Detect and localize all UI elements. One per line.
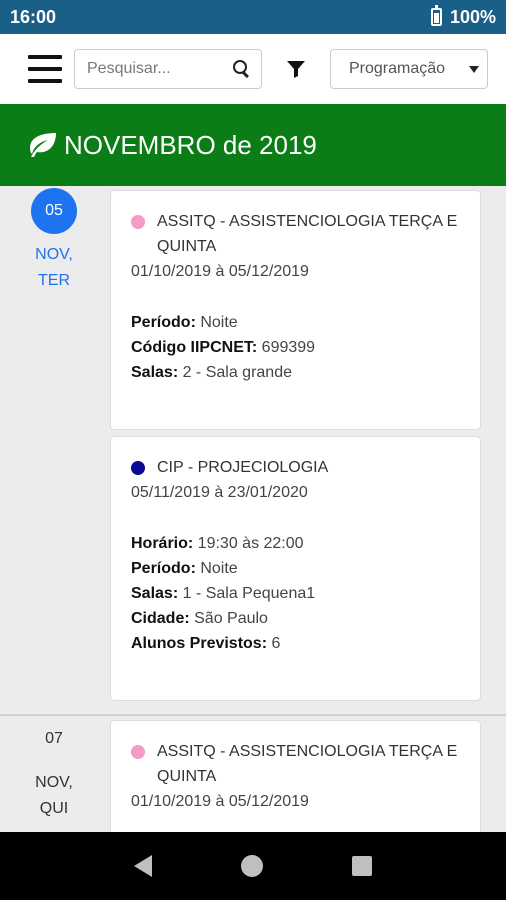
- day-weekday-05: NOV, TER: [0, 242, 108, 294]
- leaf-icon: [30, 133, 56, 157]
- event-title: CIP - PROJECIOLOGIA: [131, 455, 466, 480]
- field-label: Código IIPCNET:: [131, 339, 258, 356]
- field-label: Salas:: [131, 585, 179, 602]
- field-label: Período:: [131, 560, 196, 577]
- event-title-line: QUINTA: [157, 238, 217, 255]
- search-input[interactable]: [87, 60, 227, 78]
- event-card[interactable]: ASSITQ - ASSISTENCIOLOGIA TERÇA E QUINTA…: [110, 190, 481, 430]
- day-month: NOV,: [35, 774, 73, 791]
- event-title: ASSITQ - ASSISTENCIOLOGIA TERÇA E QUINTA: [131, 739, 466, 789]
- event-date-range: 05/11/2019 à 23/01/2020: [131, 484, 308, 501]
- search-icon[interactable]: [233, 60, 251, 78]
- day-weekday-07: NOV, QUI: [0, 770, 108, 822]
- field-label: Alunos Previstos:: [131, 635, 268, 652]
- event-color-dot: [131, 215, 145, 229]
- event-field-periodo: Período: Noite: [131, 310, 466, 335]
- event-field-salas: Salas: 2 - Sala grande: [131, 360, 466, 385]
- event-date-range: 01/10/2019 à 05/12/2019: [131, 263, 309, 280]
- day-number-07: 07: [45, 730, 63, 747]
- event-list[interactable]: 05 NOV, TER ASSITQ - ASSISTENCIOLOGIA TE…: [0, 186, 506, 832]
- day-column-07[interactable]: 07 NOV, QUI: [0, 716, 108, 822]
- event-color-dot: [131, 745, 145, 759]
- filter-icon[interactable]: [286, 59, 306, 79]
- event-field-horario: Horário: 19:30 às 22:00: [131, 531, 466, 556]
- event-field-salas: Salas: 1 - Sala Pequena1: [131, 581, 466, 606]
- field-value: Noite: [195, 314, 238, 331]
- field-label: Horário:: [131, 535, 194, 552]
- chevron-down-icon: [469, 65, 479, 73]
- view-select[interactable]: Programação: [330, 49, 488, 89]
- event-field-codigo: Código IIPCNET: 699399: [131, 335, 466, 360]
- status-bar: 16:00 100%: [0, 0, 506, 34]
- field-value: São Paulo: [189, 610, 268, 627]
- event-card[interactable]: ASSITQ - ASSISTENCIOLOGIA TERÇA E QUINTA…: [110, 720, 481, 832]
- event-card[interactable]: CIP - PROJECIOLOGIA 05/11/2019 à 23/01/2…: [110, 436, 481, 701]
- battery-level: 100%: [449, 6, 496, 27]
- day-column-05[interactable]: 05 NOV, TER: [0, 188, 108, 294]
- day-month: NOV,: [35, 246, 73, 263]
- event-field-cidade: Cidade: São Paulo: [131, 606, 466, 631]
- event-field-periodo: Período: Noite: [131, 556, 466, 581]
- home-icon[interactable]: [240, 855, 263, 877]
- month-header: NOVEMBRO de 2019: [0, 104, 506, 186]
- toolbar: Programação: [0, 34, 506, 104]
- field-value: 19:30 às 22:00: [193, 535, 304, 552]
- day-weekday: TER: [38, 272, 70, 289]
- event-title-line: ASSITQ - ASSISTENCIOLOGIA TERÇA E: [157, 743, 458, 760]
- battery-icon: [430, 5, 442, 26]
- event-field-alunos: Alunos Previstos: 6: [131, 631, 466, 656]
- field-value: 1 - Sala Pequena1: [178, 585, 316, 602]
- view-select-value: Programação: [349, 60, 446, 77]
- event-title-line: QUINTA: [157, 768, 217, 785]
- status-right: 100%: [430, 5, 496, 28]
- event-title-line: ASSITQ - ASSISTENCIOLOGIA TERÇA E: [157, 213, 458, 230]
- field-value: 699399: [257, 339, 316, 356]
- field-value: 6: [267, 635, 281, 652]
- system-nav-bar: [0, 832, 506, 900]
- search-box[interactable]: [74, 49, 262, 89]
- menu-icon[interactable]: [28, 55, 62, 83]
- month-title: NOVEMBRO de 2019: [64, 129, 317, 160]
- field-label: Salas:: [131, 364, 179, 381]
- field-value: 2 - Sala grande: [178, 364, 292, 381]
- recent-apps-icon[interactable]: [351, 856, 372, 876]
- back-icon[interactable]: [134, 855, 153, 877]
- day-weekday: QUI: [39, 800, 69, 817]
- event-title-line: CIP - PROJECIOLOGIA: [157, 459, 329, 476]
- status-time: 16:00: [10, 6, 57, 27]
- day-number-05: 05: [31, 188, 77, 234]
- field-value: Noite: [195, 560, 238, 577]
- event-title: ASSITQ - ASSISTENCIOLOGIA TERÇA E QUINTA: [131, 209, 466, 259]
- field-label: Cidade:: [131, 610, 190, 627]
- event-color-dot: [131, 461, 145, 475]
- field-label: Período:: [131, 314, 196, 331]
- event-date-range: 01/10/2019 à 05/12/2019: [131, 793, 309, 810]
